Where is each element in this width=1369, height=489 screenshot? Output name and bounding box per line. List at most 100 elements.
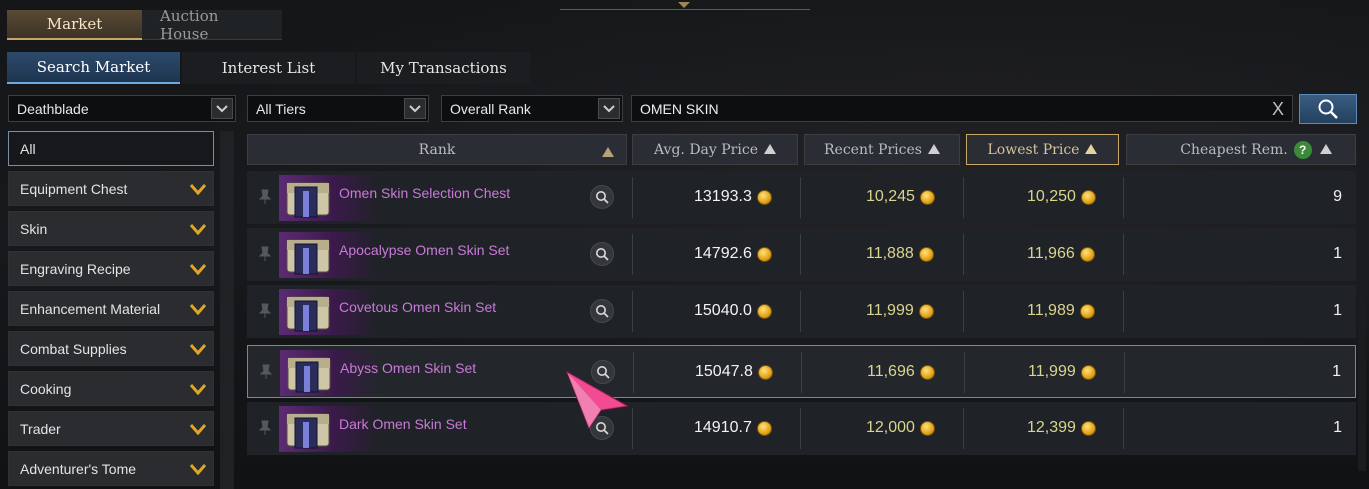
recent-price-value: 11,999	[866, 302, 914, 319]
category-all[interactable]: All	[8, 131, 214, 166]
sort-triangle-icon	[763, 142, 776, 158]
tab-my-transactions[interactable]: My Transactions	[357, 52, 530, 84]
item-name[interactable]: Abyss Omen Skin Set	[340, 360, 476, 376]
class-select[interactable]: Deathblade	[8, 95, 236, 122]
sort-triangle-icon	[927, 142, 940, 158]
tier-select[interactable]: All Tiers	[247, 95, 429, 122]
pin-icon[interactable]	[257, 420, 273, 441]
gold-coin-icon	[1080, 189, 1096, 205]
chest-icon	[286, 296, 330, 332]
column-recent-prices[interactable]: Recent Prices	[804, 134, 960, 165]
gold-coin-icon	[1080, 364, 1096, 380]
item-name[interactable]: Apocalypse Omen Skin Set	[339, 242, 509, 258]
recent-price: 11,999	[866, 302, 934, 320]
table-row-selected[interactable]: Abyss Omen Skin Set 15047.8 11,696 11,99…	[247, 345, 1356, 398]
item-name[interactable]: Covetous Omen Skin Set	[339, 299, 496, 315]
chevron-down-icon	[189, 182, 207, 198]
chevron-down-icon[interactable]	[404, 98, 426, 119]
column-avg-day-price[interactable]: Avg. Day Price	[632, 134, 798, 165]
table-scrollbar[interactable]	[1358, 131, 1366, 471]
divider	[632, 408, 633, 449]
tab-interest-list[interactable]: Interest List	[182, 52, 355, 84]
category-label: Engraving Recipe	[20, 260, 131, 277]
sort-select[interactable]: Overall Rank	[441, 95, 623, 122]
column-lowest-price-label: Lowest Price	[987, 141, 1080, 158]
sort-triangle-icon	[1085, 142, 1098, 158]
category-skin[interactable]: Skin	[8, 211, 214, 246]
search-icon	[1318, 99, 1338, 119]
recent-price: 12,000	[866, 419, 935, 437]
search-input[interactable]: OMEN SKIN X	[631, 95, 1293, 122]
sort-select-value: Overall Rank	[450, 100, 531, 117]
column-rank[interactable]: Rank	[247, 134, 627, 165]
search-button[interactable]	[1299, 94, 1357, 124]
item-name[interactable]: Dark Omen Skin Set	[339, 416, 467, 432]
pin-icon[interactable]	[257, 246, 273, 267]
divider	[800, 408, 801, 449]
tab-auction-house[interactable]: Auction House	[142, 7, 282, 43]
table-row[interactable]: Dark Omen Skin Set 14910.7 12,000 12,399…	[247, 402, 1356, 455]
category-trader[interactable]: Trader	[8, 411, 214, 446]
pin-icon[interactable]	[257, 189, 273, 210]
category-adventurers-tome[interactable]: Adventurer's Tome	[8, 451, 214, 486]
chevron-down-icon	[189, 262, 207, 278]
lowest-price: 12,399	[1027, 419, 1096, 437]
avg-day-price-value: 13193.3	[694, 188, 752, 205]
gold-coin-icon	[757, 364, 773, 380]
cheapest-remaining: 1	[1332, 363, 1341, 380]
magnifier-icon[interactable]	[590, 242, 614, 266]
gold-coin-icon	[756, 246, 772, 262]
table-row[interactable]: Covetous Omen Skin Set 15040.0 11,999 11…	[247, 285, 1356, 338]
divider	[1123, 234, 1124, 275]
divider	[964, 352, 965, 393]
divider	[1123, 177, 1124, 218]
pin-icon[interactable]	[258, 364, 274, 385]
divider	[1124, 352, 1125, 393]
divider	[632, 291, 633, 332]
category-engraving-recipe[interactable]: Engraving Recipe	[8, 251, 214, 286]
sort-triangle-icon	[1319, 142, 1332, 158]
clear-search-button[interactable]: X	[1272, 99, 1284, 120]
category-label: Equipment Chest	[20, 180, 128, 197]
column-cheapest-rem[interactable]: Cheapest Rem. ?	[1126, 134, 1356, 165]
column-rank-label: Rank	[418, 141, 456, 158]
avg-day-price: 13193.3	[694, 188, 772, 206]
help-icon[interactable]: ?	[1293, 140, 1312, 159]
chevron-down-icon	[189, 302, 207, 318]
table-row[interactable]: Omen Skin Selection Chest 13193.3 10,245…	[247, 171, 1356, 224]
category-label: Skin	[20, 220, 48, 237]
chest-icon	[286, 413, 330, 449]
divider	[963, 408, 964, 449]
avg-day-price: 14792.6	[694, 245, 772, 263]
chevron-down-icon[interactable]	[598, 98, 620, 119]
recent-price: 11,888	[866, 245, 934, 263]
chest-icon	[286, 239, 330, 275]
tab-market[interactable]: Market	[7, 10, 142, 40]
divider	[633, 352, 634, 393]
magnifier-icon[interactable]	[590, 185, 614, 209]
category-combat-supplies[interactable]: Combat Supplies	[8, 331, 214, 366]
class-select-value: Deathblade	[17, 100, 89, 117]
column-recent-prices-label: Recent Prices	[824, 141, 922, 158]
tab-search-market[interactable]: Search Market	[7, 52, 180, 84]
magnifier-icon[interactable]	[590, 299, 614, 323]
category-scrollbar[interactable]	[220, 131, 234, 489]
search-input-value: OMEN SKIN	[640, 100, 719, 117]
avg-day-price-value: 15040.0	[694, 302, 752, 319]
category-equipment-chest[interactable]: Equipment Chest	[8, 171, 214, 206]
lowest-price-value: 12,399	[1027, 419, 1076, 436]
recent-price-value: 11,696	[867, 363, 915, 380]
pin-icon[interactable]	[257, 303, 273, 324]
category-cooking[interactable]: Cooking	[8, 371, 214, 406]
item-name[interactable]: Omen Skin Selection Chest	[339, 185, 510, 201]
chevron-down-icon	[189, 342, 207, 358]
category-enhancement-material[interactable]: Enhancement Material	[8, 291, 214, 326]
cheapest-remaining: 1	[1333, 302, 1342, 319]
avg-day-price-value: 14910.7	[694, 419, 752, 436]
chevron-down-icon[interactable]	[211, 98, 233, 119]
avg-day-price-value: 14792.6	[694, 245, 752, 262]
category-list: All Equipment Chest Skin Engraving Recip…	[8, 131, 214, 489]
column-lowest-price[interactable]: Lowest Price	[966, 134, 1119, 165]
table-row[interactable]: Apocalypse Omen Skin Set 14792.6 11,888 …	[247, 228, 1356, 281]
gold-coin-icon	[918, 246, 934, 262]
